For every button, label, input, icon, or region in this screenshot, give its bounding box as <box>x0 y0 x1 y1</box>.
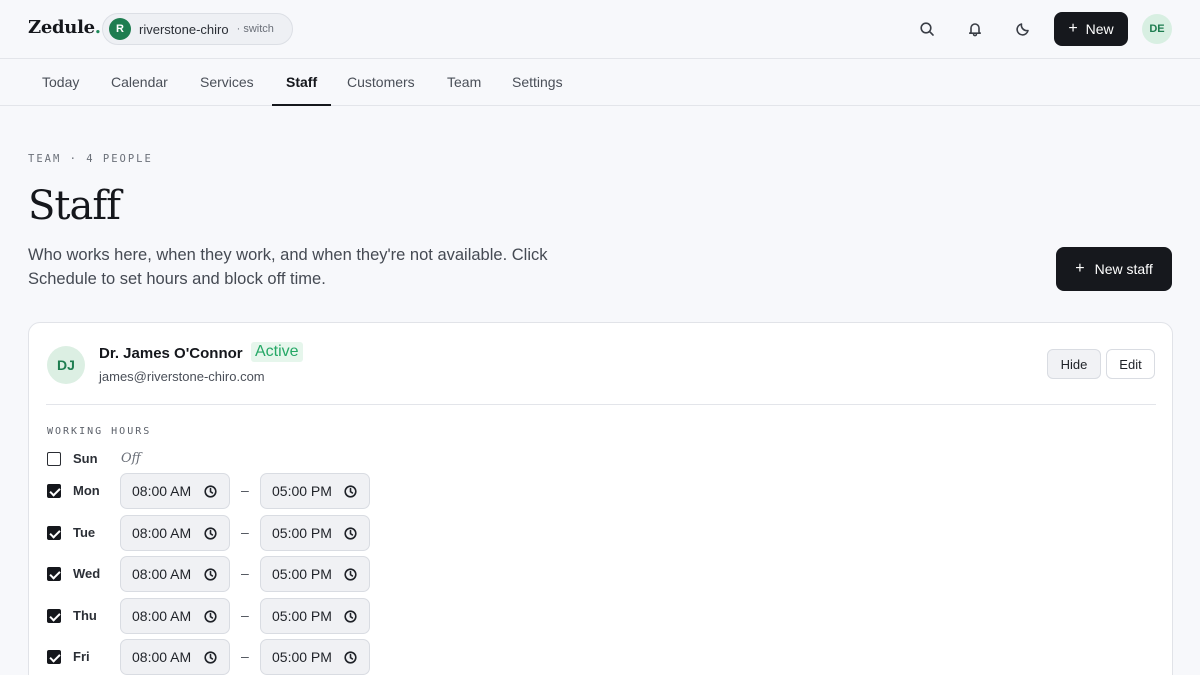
page-eyebrow: TEAM · 4 PEOPLE <box>28 153 153 165</box>
end-time-value: 05:00 PM <box>272 649 332 665</box>
clock-icon <box>344 651 357 664</box>
working-hours-label: WORKING HOURS <box>47 426 152 437</box>
day-checkbox-thu[interactable] <box>47 609 61 623</box>
clock-icon <box>344 527 357 540</box>
day-checkbox-mon[interactable] <box>47 484 61 498</box>
tab-calendar[interactable]: Calendar <box>97 59 182 105</box>
notifications-button[interactable] <box>960 14 990 44</box>
end-time-input[interactable]: 05:00 PM <box>260 515 370 551</box>
clock-icon <box>204 527 217 540</box>
day-label: Thu <box>73 608 97 623</box>
start-time-value: 08:00 AM <box>132 525 192 541</box>
clock-icon <box>344 485 357 498</box>
end-time-input[interactable]: 05:00 PM <box>260 473 370 509</box>
search-button[interactable] <box>912 14 942 44</box>
day-row-tue: Tue 08:00 AM – 05:00 PM <box>47 515 447 551</box>
start-time-input[interactable]: 08:00 AM <box>120 473 230 509</box>
start-time-input[interactable]: 08:00 AM <box>120 598 230 634</box>
workspace-avatar: R <box>109 18 131 40</box>
workspace-name: riverstone-chiro <box>139 21 229 37</box>
day-row-wed: Wed 08:00 AM – 05:00 PM <box>47 556 447 592</box>
tab-services[interactable]: Services <box>186 59 268 105</box>
start-time-value: 08:00 AM <box>132 483 192 499</box>
day-checkbox-wed[interactable] <box>47 567 61 581</box>
end-time-input[interactable]: 05:00 PM <box>260 639 370 675</box>
hide-button[interactable]: Hide <box>1047 349 1101 379</box>
start-time-value: 08:00 AM <box>132 649 192 665</box>
staff-card: DJ Dr. James O'Connor Active james@river… <box>28 322 1173 675</box>
end-time-input[interactable]: 05:00 PM <box>260 598 370 634</box>
day-checkbox-fri[interactable] <box>47 650 61 664</box>
start-time-value: 08:00 AM <box>132 566 192 582</box>
day-label: Fri <box>73 649 90 664</box>
staff-name: Dr. James O'Connor <box>99 345 243 362</box>
theme-toggle-button[interactable] <box>1008 14 1038 44</box>
user-avatar[interactable]: DE <box>1142 14 1172 44</box>
time-separator: – <box>241 648 249 664</box>
time-separator: – <box>241 482 249 498</box>
day-row-thu: Thu 08:00 AM – 05:00 PM <box>47 598 447 634</box>
workspace-switch-label: · switch <box>236 23 274 35</box>
brand-dot: . <box>94 17 101 38</box>
start-time-input[interactable]: 08:00 AM <box>120 515 230 551</box>
new-staff-button[interactable]: + New staff <box>1056 247 1172 291</box>
new-staff-label: New staff <box>1094 261 1153 277</box>
end-time-value: 05:00 PM <box>272 525 332 541</box>
day-label: Mon <box>73 483 100 498</box>
tab-customers[interactable]: Customers <box>333 59 429 105</box>
end-time-value: 05:00 PM <box>272 608 332 624</box>
clock-icon <box>344 568 357 581</box>
off-label: Off <box>121 451 141 466</box>
time-separator: – <box>241 607 249 623</box>
clock-icon <box>204 568 217 581</box>
new-button[interactable]: + New <box>1054 12 1128 46</box>
workspace-switcher[interactable]: R riverstone-chiro · switch <box>102 13 293 45</box>
card-divider <box>46 404 1156 405</box>
search-icon <box>920 22 934 36</box>
brand-logo[interactable]: Zedule. <box>28 17 101 38</box>
day-checkbox-tue[interactable] <box>47 526 61 540</box>
day-label: Tue <box>73 525 96 540</box>
day-label: Sun <box>73 451 98 466</box>
tab-settings[interactable]: Settings <box>498 59 577 105</box>
tab-team[interactable]: Team <box>433 59 495 105</box>
page-title: Staff <box>28 183 121 229</box>
status-badge: Active <box>251 342 303 362</box>
day-row-sun: Sun Off <box>47 441 447 477</box>
new-button-label: New <box>1085 21 1114 37</box>
start-time-input[interactable]: 08:00 AM <box>120 556 230 592</box>
end-time-value: 05:00 PM <box>272 483 332 499</box>
page-description: Who works here, when they work, and when… <box>28 246 548 288</box>
time-separator: – <box>241 565 249 581</box>
brand-name: Zedule <box>28 17 95 38</box>
clock-icon <box>204 651 217 664</box>
time-separator: – <box>241 524 249 540</box>
moon-icon <box>1016 23 1029 36</box>
plus-icon: + <box>1075 260 1085 277</box>
start-time-value: 08:00 AM <box>132 608 192 624</box>
day-row-fri: Fri 08:00 AM – 05:00 PM <box>47 639 447 675</box>
plus-icon: + <box>1068 20 1078 37</box>
clock-icon <box>204 485 217 498</box>
staff-email: james@riverstone-chiro.com <box>99 369 265 384</box>
start-time-input[interactable]: 08:00 AM <box>120 639 230 675</box>
main-nav: Today Calendar Services Staff Customers … <box>0 59 1200 106</box>
day-label: Wed <box>73 566 101 581</box>
clock-icon <box>344 610 357 623</box>
tab-staff[interactable]: Staff <box>272 59 332 106</box>
clock-icon <box>204 610 217 623</box>
day-checkbox-sun[interactable] <box>47 452 61 466</box>
edit-button[interactable]: Edit <box>1106 349 1155 379</box>
day-row-mon: Mon 08:00 AM – 05:00 PM <box>47 473 447 509</box>
end-time-value: 05:00 PM <box>272 566 332 582</box>
top-bar: Zedule. R riverstone-chiro · switch + Ne… <box>0 0 1200 59</box>
end-time-input[interactable]: 05:00 PM <box>260 556 370 592</box>
tab-today[interactable]: Today <box>28 59 93 105</box>
bell-icon <box>969 23 981 37</box>
staff-avatar: DJ <box>47 346 85 384</box>
